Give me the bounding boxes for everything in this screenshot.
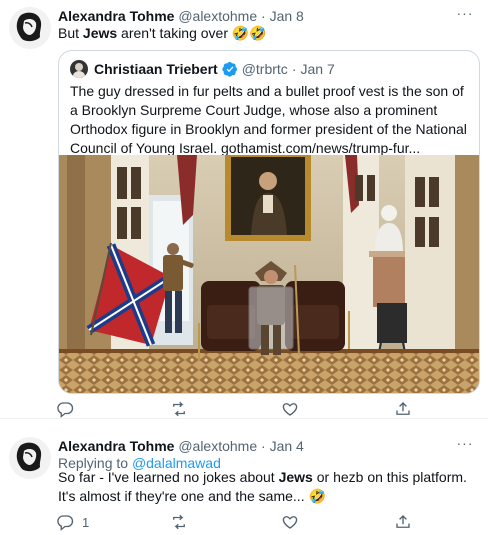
share-icon [396,515,410,528]
quoted-author-avatar [70,60,88,78]
separator-dot: · [291,61,297,77]
retweet-icon [173,401,185,417]
share-icon [396,402,410,415]
author-name[interactable]: Alexandra Tohme [58,8,174,24]
more-icon[interactable]: ··· [456,6,474,25]
retweet-button[interactable] [170,398,196,420]
reply-icon [57,402,74,418]
heart-icon [282,516,298,529]
retweet-button[interactable] [170,511,196,533]
like-button[interactable] [281,511,307,533]
quoted-tweet-text: The guy dressed in fur pelts and a bulle… [70,83,467,156]
tweet-text-part: So far - I've learned no jokes about [58,469,279,485]
tweet-text: But Jews aren't taking over 🤣🤣 [58,24,474,43]
tweet-actions: 1 [50,511,430,533]
author-handle[interactable]: @alextohme [178,8,257,24]
quoted-tweet[interactable]: Christiaan Triebert @trbrtc · Jan 7 The … [58,50,480,394]
quoted-tweet-date: Jan 7 [300,61,335,77]
share-button[interactable] [394,398,412,420]
separator-dot: · [261,8,266,24]
verified-badge-icon [222,62,237,77]
tweet-header: Alexandra Tohme @alextohme · Jan 4 [58,437,304,455]
author-handle[interactable]: @alextohme [178,438,257,454]
reply-button[interactable] [56,398,82,420]
tweet-header: Alexandra Tohme @alextohme · Jan 8 [58,7,304,25]
reply-button[interactable]: 1 [56,511,89,533]
share-button[interactable] [394,511,412,533]
author-avatar[interactable] [9,437,51,479]
tweet[interactable]: Alexandra Tohme @alextohme · Jan 4 ··· R… [0,418,488,535]
tweet-text-highlight: Jews [278,469,313,485]
retweet-icon [173,514,185,530]
tweet-text-highlight: Jews [82,25,118,41]
like-button[interactable] [281,398,307,420]
tweet-text-part: But [58,25,83,41]
quoted-tweet-photo[interactable] [59,155,479,393]
tweet-actions [50,398,430,420]
reply-count: 1 [82,514,90,530]
separator-dot: · [261,438,266,454]
tweet-date[interactable]: Jan 8 [270,8,304,24]
tweet-date[interactable]: Jan 4 [270,438,304,454]
author-avatar[interactable] [9,7,51,49]
quoted-author-name: Christiaan Triebert [94,61,218,77]
more-icon[interactable]: ··· [456,436,474,455]
author-name[interactable]: Alexandra Tohme [58,438,174,454]
reply-icon [57,515,74,531]
tweet-text-part: aren't taking over 🤣🤣 [117,25,267,41]
tweet[interactable]: Alexandra Tohme @alextohme · Jan 8 ··· B… [0,0,488,418]
quoted-author-handle: @trbrtc [241,61,288,77]
quoted-tweet-header: Christiaan Triebert @trbrtc · Jan 7 [70,60,335,78]
tweet-text: So far - I've learned no jokes about Jew… [58,468,474,506]
heart-icon [282,403,298,416]
